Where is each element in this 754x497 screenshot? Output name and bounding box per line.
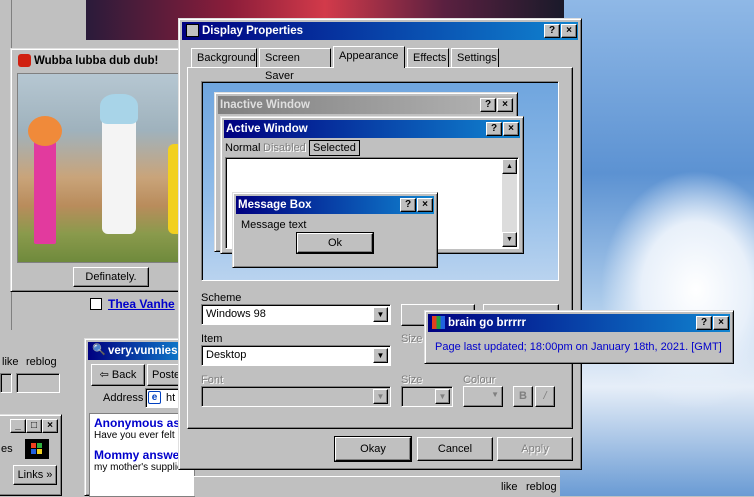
rick-morty-image [17,73,186,263]
scheme-value: Windows 98 [206,308,266,320]
brain-title-bar: brain go brrrrr ? × [428,314,730,332]
menu-normal: Normal [225,142,261,154]
preview-message-box: Message Box ? × Message text Ok [232,192,438,268]
brain-window: brain go brrrrr ? × Page last updated; 1… [424,310,734,364]
ask1-title[interactable]: Anonymous ask [94,416,187,430]
scroll-up-icon: ▲ [502,159,517,174]
font-size-select[interactable]: ▼ [401,386,453,407]
app-grid-icon [432,316,445,329]
preview-active-title: Active Window ? × [224,120,520,138]
rick-title-bar: Wubba lubba dub dub! [14,52,186,70]
maximize-button[interactable]: □ [26,419,42,433]
help-button[interactable]: ? [544,24,560,38]
reblog-link[interactable]: reblog [26,356,57,368]
mini-window: _ □ × es Links » [0,414,62,496]
flame-icon [18,54,31,67]
chevron-down-icon[interactable]: ▼ [373,307,388,322]
preview-help-button: ? [480,98,496,112]
preview-inactive-title: Inactive Window ? × [218,96,514,114]
links-button[interactable]: Links » [13,465,57,485]
chevron-down-icon[interactable]: ▼ [435,389,450,404]
ie-icon: e [148,391,161,404]
colour-label: Colour [463,374,496,386]
definately-button[interactable]: Definately. [73,267,149,287]
back-button[interactable]: ⇦ Back [91,364,145,386]
help-button[interactable]: ? [696,316,712,330]
item-value: Desktop [206,349,247,361]
preview-message-title: Message Box ? × [236,196,434,214]
colour-picker[interactable]: ▼ [463,386,503,407]
scroll-down-icon: ▼ [502,232,517,247]
chevron-down-icon: ▼ [491,390,499,399]
item-size-label: Size [401,333,423,345]
character-rick [102,114,136,234]
italic-button[interactable]: / [535,386,555,407]
preview-close-button: × [497,98,513,112]
menu-disabled: Disabled [263,142,306,154]
background-panel-left [12,292,84,412]
windows-logo-icon [25,439,49,459]
minimize-button[interactable]: _ [10,419,26,433]
font-size-label: Size [401,374,423,386]
like-link[interactable]: like [2,356,19,368]
close-button[interactable]: × [42,419,58,433]
character-summer-hair [28,116,62,146]
monitor-icon [186,24,199,37]
scheme-select[interactable]: Windows 98 ▼ [201,304,391,325]
preview-help-button: ? [400,198,416,212]
chevron-down-icon[interactable]: ▼ [373,348,388,363]
ask2-text: my mother's supplied [94,462,189,473]
cancel-button[interactable]: Cancel [417,437,493,461]
tab-background[interactable]: Background [191,48,257,68]
scheme-label: Scheme [201,292,242,304]
tab-appearance[interactable]: Appearance [333,46,405,68]
left-field-a [0,373,12,393]
address-value: ht [166,392,176,404]
chevron-down-icon[interactable]: ▼ [373,389,388,404]
like-link-bottom[interactable]: like [501,481,518,493]
preview-close-button: × [503,122,519,136]
ask2-title[interactable]: Mommy answer [94,448,184,462]
left-field-b [16,373,60,393]
preview-ok-button: Ok [296,232,374,254]
tab-effects[interactable]: Effects [407,48,449,68]
thea-row: Thea Vanhe [86,294,186,314]
es-label: es [1,443,13,455]
tab-settings[interactable]: Settings [451,48,499,68]
page-icon [90,298,102,310]
ask1-text: Have you ever felt [94,430,175,441]
close-button[interactable]: × [713,316,729,330]
close-button[interactable]: × [561,24,577,38]
last-updated-text: Page last updated; 18:00pm on January 18… [435,341,722,353]
apply-button[interactable]: Apply [497,437,573,461]
preview-help-button: ? [486,122,502,136]
preview-close-button: × [417,198,433,212]
preview-scrollbar: ▲ ▼ [502,159,517,247]
font-label: Font [201,374,224,386]
display-title-bar: Display Properties ? × [182,22,578,40]
browser-title-bar: 🔍 very.vunnies [88,342,190,360]
character-summer [34,134,56,244]
address-label: Address [103,392,144,404]
font-select[interactable]: ▼ [201,386,391,407]
bold-button[interactable]: B [513,386,533,407]
item-label: Item [201,333,223,345]
item-select[interactable]: Desktop ▼ [201,345,391,366]
cloud [600,170,754,410]
menu-selected: Selected [309,140,360,156]
tab-screen-saver[interactable]: Screen Saver [259,48,331,82]
appearance-preview: Inactive Window ? × Active Window ? × No… [201,81,559,281]
reblog-link-bottom[interactable]: reblog [526,481,557,493]
rick-window: Wubba lubba dub dub! Definately. [10,48,190,292]
message-text: Message text [241,219,307,231]
thea-link[interactable]: Thea Vanhe [108,297,175,311]
display-properties-window: Display Properties ? × Background Screen… [178,18,582,470]
search-icon: 🔍 [92,344,106,356]
okay-button[interactable]: Okay [334,436,412,462]
character-rick-hair [100,94,138,124]
